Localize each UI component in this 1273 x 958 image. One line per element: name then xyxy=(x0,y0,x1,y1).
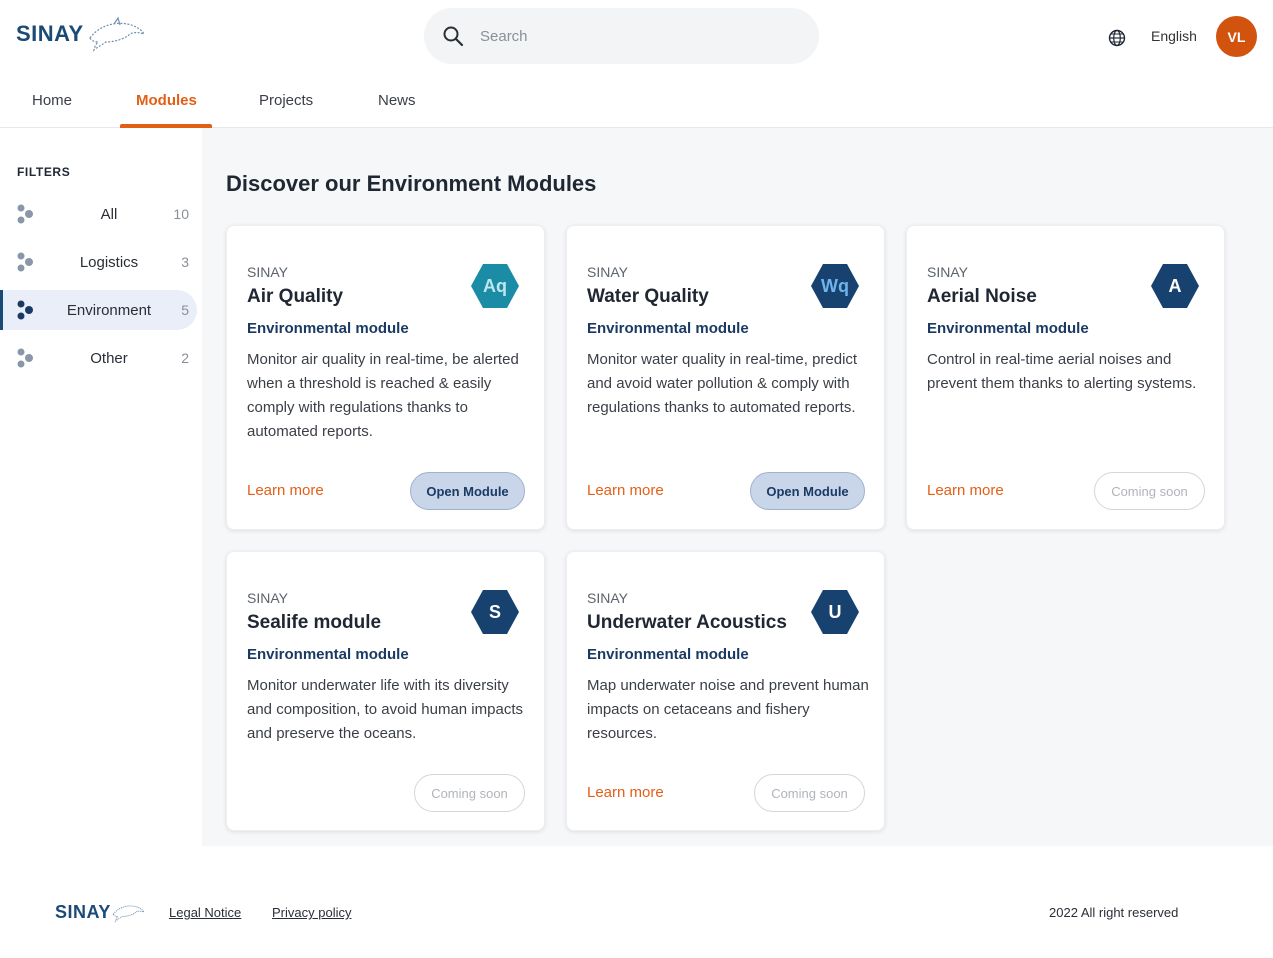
footer: SINAY Legal Notice Privacy policy 2022 A… xyxy=(0,846,1273,958)
card-type: Environmental module xyxy=(247,646,409,663)
card-description: Control in real-time aerial noises and p… xyxy=(927,351,1197,392)
filter-dots-icon xyxy=(17,300,33,320)
dolphin-logo-icon xyxy=(112,905,145,923)
card-title: Aerial Noise xyxy=(927,286,1037,307)
filter-count: 3 xyxy=(181,254,189,270)
hexagon-icon: U xyxy=(809,586,861,638)
card-description: Monitor air quality in real-time, be ale… xyxy=(247,351,519,440)
hexagon-label: Wq xyxy=(821,275,849,296)
header: SINAY English VL xyxy=(0,0,1273,74)
card-brand: SINAY xyxy=(587,590,628,606)
filter-label: Environment xyxy=(66,302,152,319)
filter-dots-icon xyxy=(17,252,33,272)
hexagon-label: S xyxy=(488,601,501,622)
filters-sidebar: FILTERS All 10 Logistics 3 Environment 5… xyxy=(0,128,202,846)
filter-environment[interactable]: Environment 5 xyxy=(0,290,197,330)
card-type: Environmental module xyxy=(587,646,749,663)
coming-soon-button: Coming soon xyxy=(414,774,525,812)
filter-label: All xyxy=(100,206,118,223)
footer-logo[interactable]: SINAY xyxy=(55,900,145,924)
page-title: Discover our Environment Modules xyxy=(226,171,597,196)
learn-more-link[interactable]: Learn more xyxy=(247,482,324,499)
card-brand: SINAY xyxy=(587,264,628,280)
hexagon-label: Aq xyxy=(483,275,507,296)
sinay-logo[interactable]: SINAY xyxy=(16,16,146,52)
card-title: Water Quality xyxy=(587,286,709,307)
search-bar[interactable] xyxy=(424,8,819,64)
filter-other[interactable]: Other 2 xyxy=(0,338,197,378)
filters-title: FILTERS xyxy=(17,165,71,179)
copyright-text: 2022 All right reserved xyxy=(1049,905,1179,920)
learn-more-link[interactable]: Learn more xyxy=(927,482,1004,499)
coming-soon-button: Coming soon xyxy=(754,774,865,812)
module-card-water-quality: SINAY Water Quality Environmental module… xyxy=(566,225,885,530)
hexagon-icon: Wq xyxy=(809,260,861,312)
open-module-button[interactable]: Open Module xyxy=(750,472,865,510)
filter-count: 10 xyxy=(173,206,189,222)
tab-news[interactable]: News xyxy=(378,92,416,109)
card-description: Monitor underwater life with its diversi… xyxy=(247,677,523,742)
tab-home[interactable]: Home xyxy=(32,92,72,109)
filter-count: 5 xyxy=(181,302,189,318)
language-selector[interactable]: English xyxy=(1151,28,1197,44)
card-type: Environmental module xyxy=(587,320,749,337)
module-card-aerial-noise: SINAY Aerial Noise Environmental module … xyxy=(906,225,1225,530)
globe-icon[interactable] xyxy=(1108,29,1126,47)
card-brand: SINAY xyxy=(247,590,288,606)
open-module-button[interactable]: Open Module xyxy=(410,472,525,510)
privacy-policy-link[interactable]: Privacy policy xyxy=(272,905,351,920)
dolphin-logo-icon xyxy=(89,16,145,52)
filter-label: Logistics xyxy=(79,254,139,271)
filter-dots-icon xyxy=(17,348,33,368)
tab-projects[interactable]: Projects xyxy=(259,92,313,109)
learn-more-link[interactable]: Learn more xyxy=(587,482,664,499)
hexagon-icon: A xyxy=(1149,260,1201,312)
modules-main: Discover our Environment Modules SINAY A… xyxy=(202,128,1273,846)
search-input[interactable] xyxy=(480,22,800,50)
module-card-underwater-acoustics: SINAY Underwater Acoustics Environmental… xyxy=(566,551,885,831)
filter-dots-icon xyxy=(17,204,33,224)
filter-all[interactable]: All 10 xyxy=(0,194,197,234)
hexagon-label: U xyxy=(828,601,842,622)
filter-logistics[interactable]: Logistics 3 xyxy=(0,242,197,282)
card-title: Sealife module xyxy=(247,612,382,633)
main-nav: Home Modules Projects News xyxy=(0,74,1273,128)
filter-count: 2 xyxy=(181,350,189,366)
search-icon xyxy=(443,26,464,47)
card-title: Air Quality xyxy=(247,286,344,307)
tab-modules[interactable]: Modules xyxy=(136,92,197,109)
active-filter-indicator xyxy=(0,290,3,330)
card-brand: SINAY xyxy=(927,264,968,280)
hexagon-icon: S xyxy=(469,586,521,638)
module-card-air-quality: SINAY Air Quality Environmental module M… xyxy=(226,225,545,530)
card-brand: SINAY xyxy=(247,264,288,280)
avatar[interactable]: VL xyxy=(1216,16,1257,57)
module-card-sealife: SINAY Sealife module Environmental modul… xyxy=(226,551,545,831)
footer-logo-text: SINAY xyxy=(55,901,111,922)
hexagon-icon: Aq xyxy=(469,260,521,312)
card-description: Monitor water quality in real-time, pred… xyxy=(587,351,858,416)
filter-label: Other xyxy=(90,350,128,367)
hexagon-label: A xyxy=(1168,275,1182,296)
coming-soon-button: Coming soon xyxy=(1094,472,1205,510)
card-title: Underwater Acoustics xyxy=(587,612,787,633)
card-type: Environmental module xyxy=(927,320,1089,337)
avatar-initials: VL xyxy=(1227,28,1246,45)
learn-more-link[interactable]: Learn more xyxy=(587,784,664,801)
logo-text: SINAY xyxy=(16,21,84,46)
legal-notice-link[interactable]: Legal Notice xyxy=(169,905,241,920)
card-type: Environmental module xyxy=(247,320,409,337)
card-description: Map underwater noise and prevent human i… xyxy=(587,677,869,742)
